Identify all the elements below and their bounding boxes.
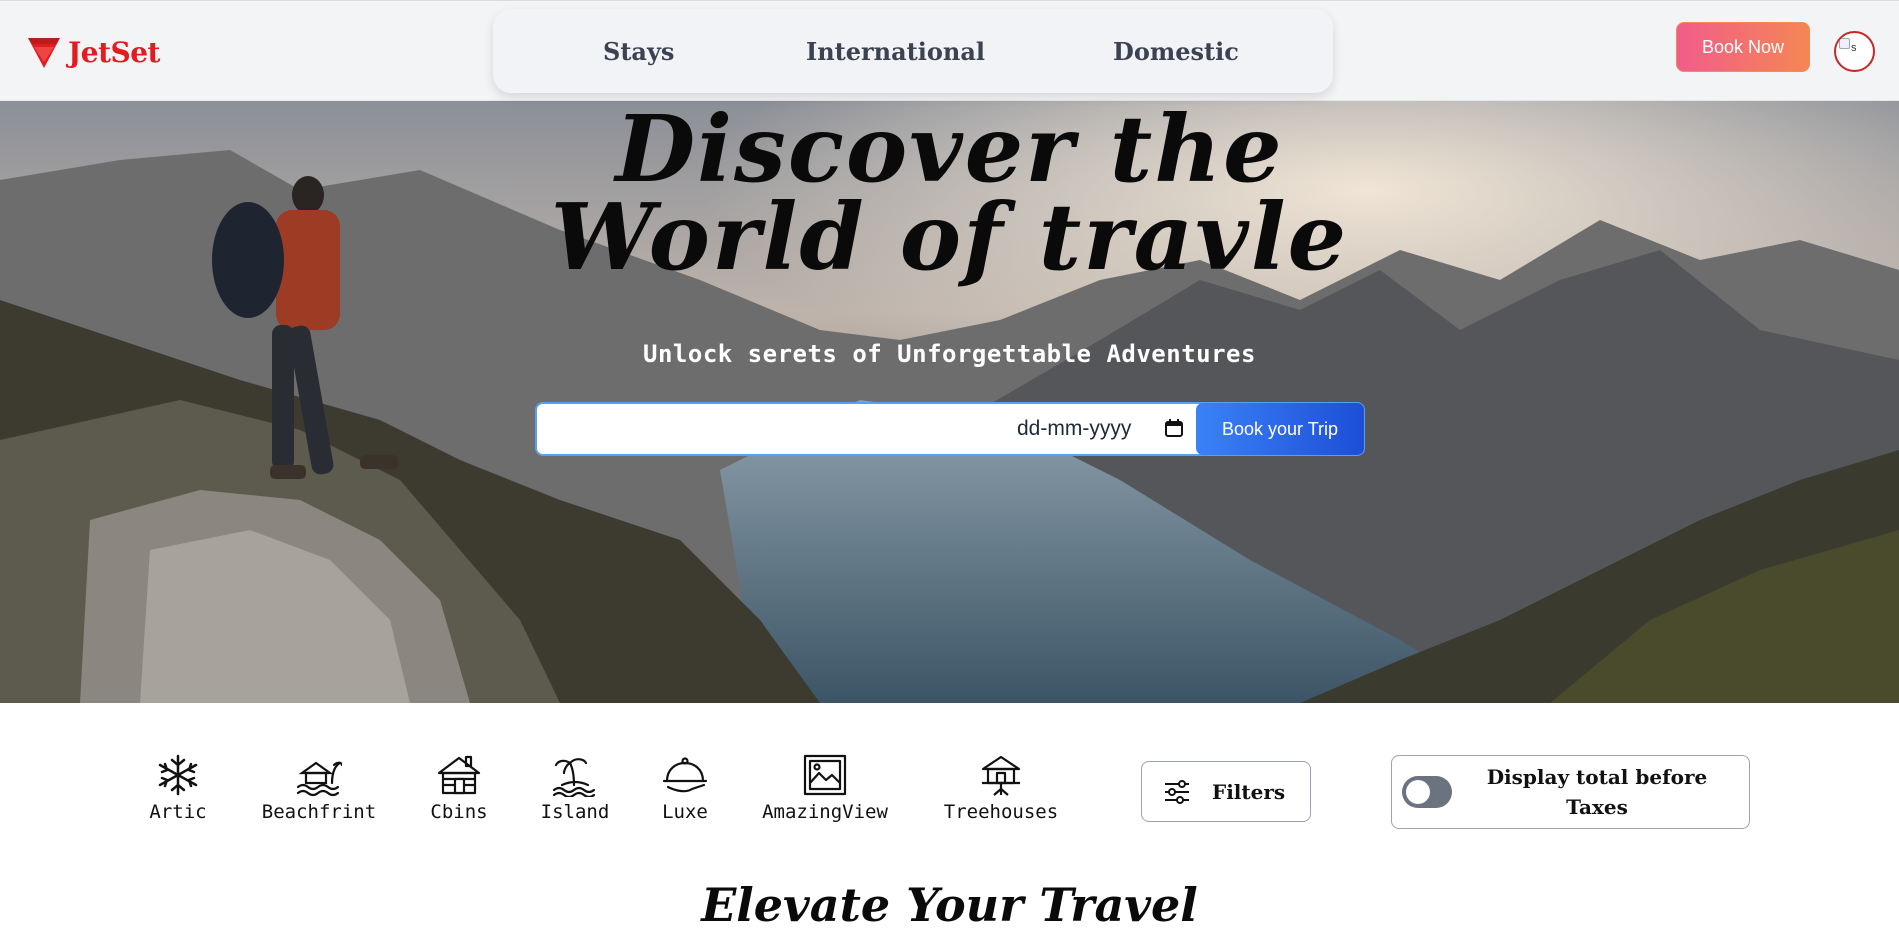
- island-icon: [552, 758, 596, 797]
- treehouse-icon: [981, 755, 1021, 796]
- category-label: Beachfrint: [261, 801, 377, 823]
- brand-name: JetSet: [68, 35, 160, 69]
- jetset-logo-icon: [28, 38, 60, 68]
- toggle-knob: [1406, 780, 1430, 804]
- category-label: AmazingView: [762, 801, 888, 823]
- filters-label: Filters: [1212, 779, 1286, 804]
- user-avatar[interactable]: s: [1834, 31, 1875, 72]
- beach-hut-icon: [296, 761, 342, 797]
- category-island[interactable]: Island: [538, 753, 612, 823]
- cloche-icon: [662, 757, 708, 793]
- category-beachfrint[interactable]: Beachfrint: [258, 753, 380, 823]
- calendar-icon[interactable]: [1164, 418, 1184, 438]
- tax-toggle-label: Display total before Taxes: [1486, 765, 1708, 819]
- cabin-icon: [437, 755, 481, 795]
- tax-display-toggle-box: Display total before Taxes: [1391, 755, 1750, 829]
- nav-stays[interactable]: Stays: [603, 37, 674, 66]
- category-cbins[interactable]: Cbins: [428, 753, 490, 823]
- sliders-icon: [1165, 779, 1189, 804]
- book-trip-button[interactable]: Book your Trip: [1196, 403, 1364, 455]
- filters-button[interactable]: Filters: [1141, 761, 1311, 822]
- category-label: Treehouses: [943, 801, 1059, 823]
- section-title: Elevate Your Travel: [701, 878, 1198, 932]
- landscape-frame-icon: [803, 754, 847, 796]
- hero-title-line1: Discover the: [615, 100, 1284, 203]
- hero-title: Discover the World of travle: [0, 100, 1899, 291]
- snowflake-icon: [158, 754, 198, 796]
- category-bar: Artic Beachfrint Cbins Island Luxe Amazi…: [0, 703, 1899, 932]
- category-treehouses[interactable]: Treehouses: [940, 753, 1062, 823]
- book-now-button[interactable]: Book Now: [1676, 22, 1810, 72]
- main-nav: Stays International Domestic: [493, 9, 1333, 93]
- hero-subtitle: Unlock serets of Unforgettable Adventure…: [643, 340, 1256, 368]
- broken-image-icon: [1839, 38, 1850, 49]
- nav-domestic[interactable]: Domestic: [1113, 37, 1239, 66]
- category-label: Cbins: [430, 801, 488, 823]
- category-label: Luxe: [662, 801, 708, 823]
- avatar-alt-text: s: [1851, 42, 1857, 54]
- hero-title-line2: World of travle: [550, 183, 1349, 291]
- tax-toggle-switch[interactable]: [1402, 776, 1452, 808]
- category-label: Island: [540, 801, 610, 823]
- category-luxe[interactable]: Luxe: [658, 753, 712, 823]
- site-header: JetSet Stays International Domestic Book…: [0, 0, 1899, 100]
- date-placeholder: dd-mm-yyyy: [1017, 417, 1132, 440]
- hero-banner: Discover the World of travle Unlock sere…: [0, 100, 1899, 703]
- category-artic[interactable]: Artic: [148, 753, 208, 823]
- category-label: Artic: [149, 801, 207, 823]
- nav-international[interactable]: International: [806, 37, 985, 66]
- category-amazingview[interactable]: AmazingView: [756, 753, 894, 823]
- brand-logo[interactable]: JetSet: [26, 34, 160, 70]
